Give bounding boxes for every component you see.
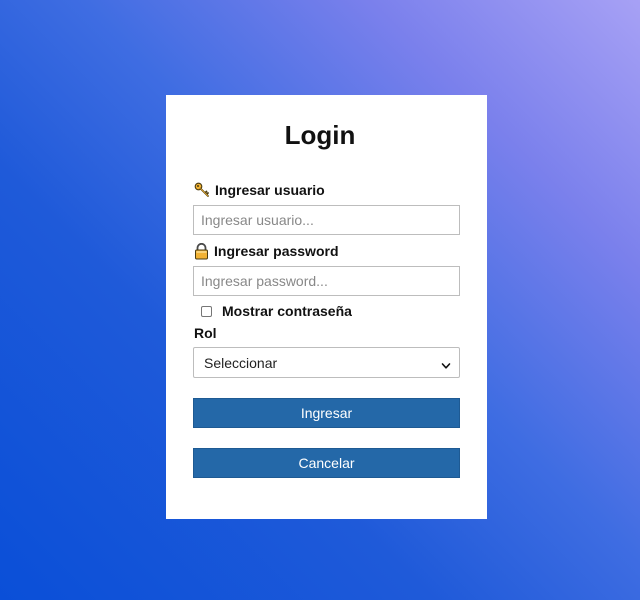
username-label-text: Ingresar usuario [215, 182, 325, 198]
role-selected-value: Seleccionar [204, 354, 278, 371]
username-input[interactable] [193, 205, 460, 235]
key-icon [194, 182, 210, 198]
username-label: Ingresar usuario [194, 182, 325, 198]
page-title: Login [284, 120, 356, 150]
show-password-row[interactable]: Mostrar contraseña [201, 303, 352, 319]
password-label: Ingresar password [194, 242, 339, 260]
password-input[interactable] [193, 266, 460, 296]
show-password-label: Mostrar contraseña [222, 303, 352, 319]
submit-button[interactable]: Ingresar [193, 398, 460, 428]
lock-icon [194, 242, 210, 260]
show-password-checkbox[interactable] [201, 305, 212, 317]
password-label-text: Ingresar password [214, 243, 339, 259]
role-select[interactable]: Seleccionar [193, 347, 460, 378]
chevron-down-icon [441, 358, 451, 369]
cancel-button[interactable]: Cancelar [193, 448, 460, 478]
role-label: Rol [194, 325, 217, 341]
